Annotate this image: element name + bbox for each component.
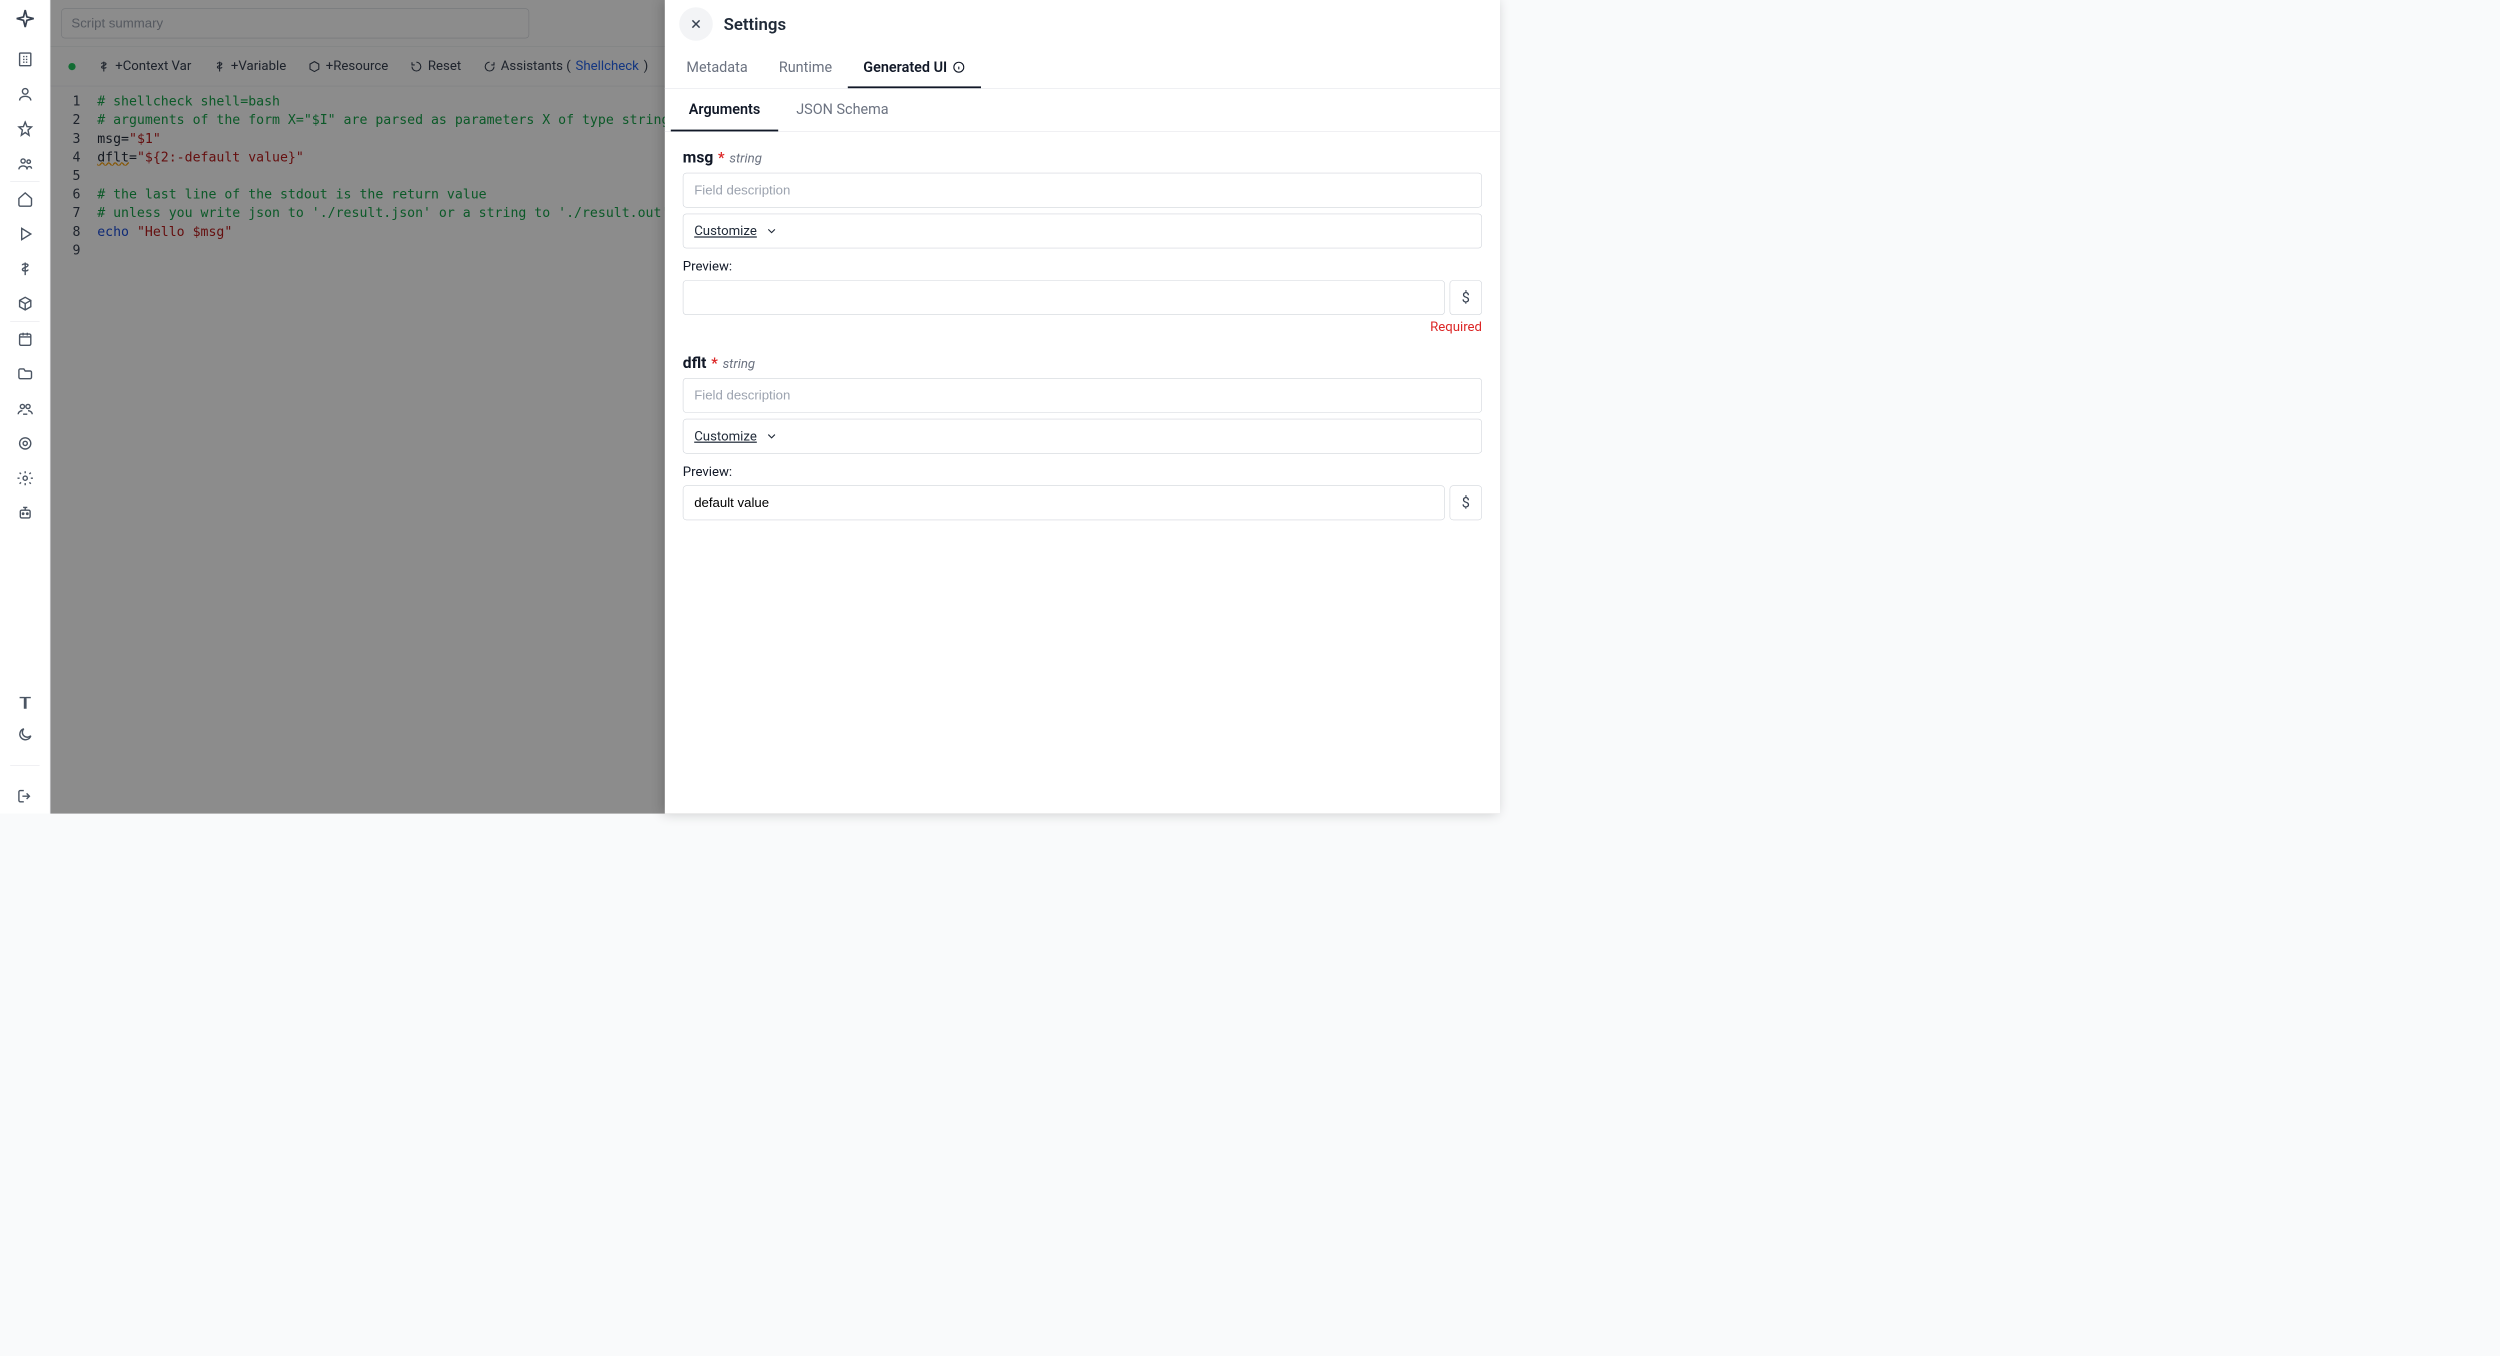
panel-body: msg * string Customize Preview: $ Require… — [665, 132, 1500, 814]
description-input[interactable] — [683, 173, 1482, 208]
arg-name: msg — [683, 149, 713, 167]
required-asterisk: * — [718, 149, 725, 166]
arg-type: string — [723, 356, 756, 371]
subtabs: Arguments JSON Schema — [665, 89, 1500, 132]
subtab-json-schema[interactable]: JSON Schema — [778, 89, 906, 132]
close-button[interactable] — [679, 7, 713, 41]
home-icon[interactable] — [16, 190, 34, 208]
arg-name: dflt — [683, 354, 707, 372]
sidebar — [0, 0, 50, 814]
gear-icon[interactable] — [16, 469, 34, 487]
robot-icon[interactable] — [16, 504, 34, 522]
building-icon[interactable] — [16, 50, 34, 68]
description-input[interactable] — [683, 378, 1482, 413]
chevron-down-icon — [765, 430, 778, 443]
argument-block: msg * string Customize Preview: $ Require… — [683, 149, 1482, 335]
dollar-icon[interactable] — [16, 260, 34, 278]
star-icon[interactable] — [16, 120, 34, 138]
arg-type: string — [729, 151, 762, 166]
info-icon — [952, 61, 965, 74]
logout-icon[interactable] — [16, 787, 34, 805]
argument-block: dflt* string Customize Preview: $ — [683, 354, 1482, 520]
preview-label: Preview: — [683, 259, 1482, 274]
users-icon[interactable] — [16, 400, 34, 418]
subtab-arguments[interactable]: Arguments — [671, 89, 778, 132]
user-icon[interactable] — [16, 85, 34, 103]
customize-toggle[interactable]: Customize — [683, 419, 1482, 454]
preview-label: Preview: — [683, 464, 1482, 479]
tab-runtime[interactable]: Runtime — [763, 48, 847, 88]
cube-icon[interactable] — [16, 295, 34, 313]
tab-metadata[interactable]: Metadata — [671, 48, 763, 88]
customize-toggle[interactable]: Customize — [683, 214, 1482, 249]
play-icon[interactable] — [16, 225, 34, 243]
dollar-button[interactable]: $ — [1450, 485, 1482, 520]
tab-generated-ui[interactable]: Generated UI — [848, 48, 981, 88]
group-icon[interactable] — [16, 155, 34, 173]
folder-icon[interactable] — [16, 365, 34, 383]
book-icon[interactable] — [16, 694, 34, 712]
settings-panel: Settings Metadata Runtime Generated UI A… — [665, 0, 1500, 814]
panel-title: Settings — [724, 14, 787, 34]
required-text: Required — [683, 320, 1482, 335]
calendar-icon[interactable] — [16, 330, 34, 348]
target-icon[interactable] — [16, 434, 34, 452]
required-asterisk: * — [711, 355, 718, 372]
moon-icon[interactable] — [16, 725, 34, 743]
dollar-button[interactable]: $ — [1450, 280, 1482, 315]
preview-input[interactable] — [683, 485, 1445, 520]
panel-tabs: Metadata Runtime Generated UI — [665, 48, 1500, 89]
logo-icon[interactable] — [15, 8, 35, 28]
chevron-down-icon — [765, 224, 778, 237]
preview-input[interactable] — [683, 280, 1445, 315]
